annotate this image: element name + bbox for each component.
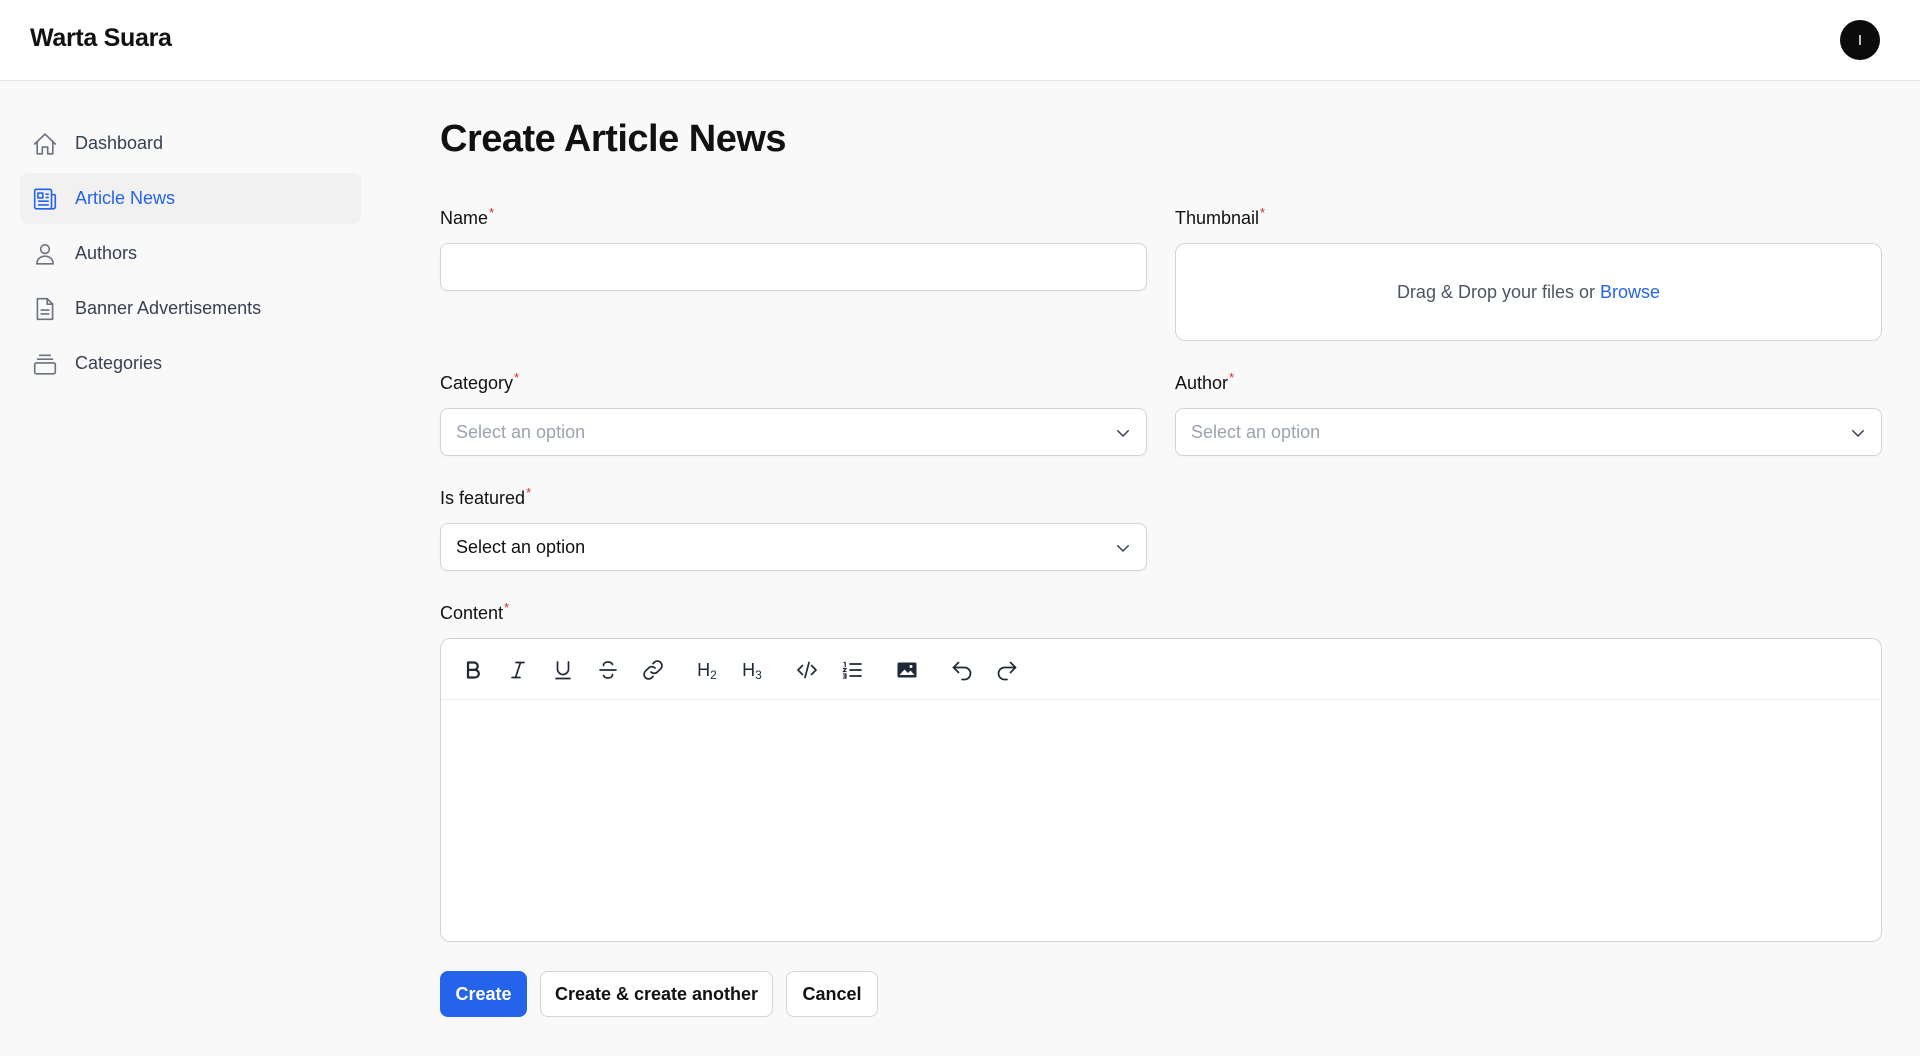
document-icon	[32, 296, 58, 322]
heading-2-button[interactable]: H2	[693, 656, 721, 684]
is-featured-select-value: Select an option	[456, 536, 586, 557]
editor-content-area[interactable]	[441, 701, 1881, 941]
bold-button[interactable]	[459, 656, 487, 684]
required-marker: *	[489, 205, 495, 220]
home-icon	[32, 131, 58, 157]
chevron-down-icon	[1852, 430, 1864, 437]
required-marker: *	[1260, 205, 1266, 220]
is-featured-label: Is featured*	[440, 485, 532, 508]
strikethrough-icon	[599, 661, 617, 679]
image-button[interactable]	[893, 656, 921, 684]
undo-icon	[952, 661, 972, 681]
ordered-list-icon	[842, 661, 862, 679]
archive-box-icon	[32, 351, 58, 377]
chevron-down-icon	[1117, 430, 1129, 437]
bold-icon	[466, 661, 480, 679]
user-avatar[interactable]: I	[1840, 20, 1880, 60]
redo-button[interactable]	[993, 656, 1021, 684]
sidebar: Dashboard Article News Authors Banner Ad…	[20, 118, 361, 393]
undo-button[interactable]	[948, 656, 976, 684]
strikethrough-button[interactable]	[594, 656, 622, 684]
heading-2-icon: H2	[697, 659, 717, 682]
image-icon	[897, 662, 917, 678]
name-label: Name*	[440, 205, 495, 228]
italic-icon	[511, 661, 525, 679]
redo-icon	[997, 661, 1017, 681]
sidebar-item-article-news[interactable]: Article News	[20, 173, 361, 224]
chevron-down-icon	[1117, 545, 1129, 552]
sidebar-item-categories[interactable]: Categories	[20, 338, 361, 389]
italic-button[interactable]	[504, 656, 532, 684]
content-label: Content*	[440, 600, 510, 623]
author-select[interactable]: Select an option	[1175, 408, 1882, 456]
sidebar-item-authors[interactable]: Authors	[20, 228, 361, 279]
required-marker: *	[514, 370, 520, 385]
brand-logo[interactable]: Warta Suara	[30, 24, 172, 53]
code-block-button[interactable]	[793, 656, 821, 684]
content-editor[interactable]: H2 H3	[440, 638, 1882, 942]
category-select[interactable]: Select an option	[440, 408, 1147, 456]
category-label: Category*	[440, 370, 520, 393]
author-label: Author*	[1175, 370, 1235, 393]
link-icon	[643, 660, 663, 680]
cancel-button[interactable]: Cancel	[786, 971, 878, 1017]
category-select-value: Select an option	[456, 421, 586, 442]
thumbnail-dropzone[interactable]: Drag & Drop your files or Browse	[1175, 243, 1882, 341]
thumbnail-label: Thumbnail*	[1175, 205, 1266, 228]
underline-icon	[555, 661, 571, 680]
ordered-list-button[interactable]	[838, 656, 866, 684]
browse-link[interactable]: Browse	[1600, 282, 1660, 303]
sidebar-item-banner-advertisements[interactable]: Banner Advertisements	[20, 283, 361, 334]
required-marker: *	[504, 600, 510, 615]
user-icon	[32, 241, 58, 267]
sidebar-item-label: Dashboard	[75, 133, 164, 153]
create-another-button[interactable]: Create & create another	[540, 971, 773, 1017]
sidebar-item-label: Article News	[75, 188, 176, 208]
underline-button[interactable]	[549, 656, 577, 684]
page-title: Create Article News	[440, 118, 787, 160]
editor-toolbar: H2 H3	[441, 639, 1881, 700]
link-button[interactable]	[639, 656, 667, 684]
is-featured-select[interactable]: Select an option	[440, 523, 1147, 571]
heading-3-button[interactable]: H3	[738, 656, 766, 684]
top-bar: Warta Suara I	[0, 0, 1920, 81]
code-block-icon	[797, 661, 817, 679]
create-button[interactable]: Create	[440, 971, 527, 1017]
newspaper-icon	[32, 186, 58, 212]
heading-3-icon: H3	[742, 659, 762, 682]
dropzone-text: Drag & Drop your files or	[1396, 281, 1596, 302]
required-marker: *	[1229, 370, 1235, 385]
required-marker: *	[526, 485, 532, 500]
sidebar-item-label: Authors	[75, 243, 138, 263]
author-select-value: Select an option	[1191, 421, 1321, 442]
sidebar-item-dashboard[interactable]: Dashboard	[20, 118, 361, 169]
sidebar-item-label: Categories	[75, 353, 163, 373]
name-input[interactable]	[440, 243, 1147, 291]
sidebar-item-label: Banner Advertisements	[75, 298, 262, 318]
